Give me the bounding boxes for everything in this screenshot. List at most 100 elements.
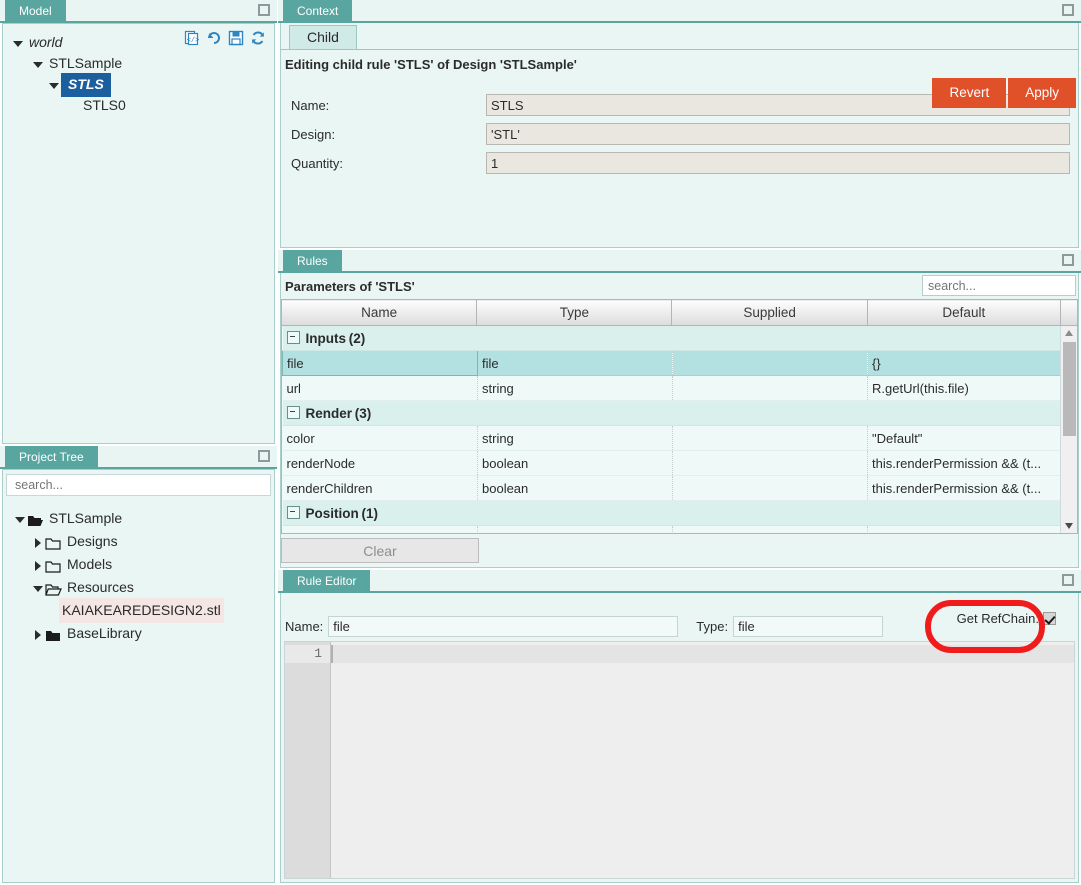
cell-name — [282, 525, 478, 533]
folder-open-icon — [27, 512, 44, 526]
minimize-icon[interactable] — [1062, 574, 1074, 586]
tab-rules[interactable]: Rules — [283, 250, 342, 273]
apply-button[interactable]: Apply — [1008, 78, 1076, 108]
rule-editor-type-input[interactable] — [733, 615, 884, 637]
scroll-down-arrow-icon[interactable] — [1065, 523, 1073, 529]
context-design-input[interactable] — [486, 123, 1070, 145]
column-header-name[interactable]: Name — [281, 299, 478, 326]
project-search-box[interactable] — [6, 474, 271, 496]
rule-editor-code-area[interactable]: 1 — [284, 641, 1075, 879]
line-number-gutter: 1 — [285, 642, 331, 878]
model-tree-item-stlsample[interactable]: STLSample — [3, 53, 274, 74]
rule-editor-name-input[interactable] — [328, 615, 679, 637]
table-row[interactable]: renderNode boolean this.renderPermission… — [282, 450, 1077, 476]
get-refchain-control: Get RefChain: — [957, 611, 1056, 626]
cell-name: color — [282, 425, 478, 451]
chevron-down-icon[interactable] — [47, 78, 61, 92]
column-header-type[interactable]: Type — [476, 299, 673, 326]
tab-model[interactable]: Model — [5, 0, 66, 23]
cell-default: {} — [867, 350, 1061, 376]
folder-open-icon — [45, 581, 62, 596]
cell-type: file — [477, 350, 673, 376]
minimize-icon[interactable] — [1062, 4, 1074, 16]
chevron-down-icon[interactable] — [11, 36, 25, 50]
model-tree-item-label: STLS0 — [83, 97, 126, 113]
context-field-quantity-label: Quantity: — [291, 155, 344, 171]
model-tree-item-label: world — [29, 34, 63, 50]
model-panel: Model </> world STLSample STLS STLS0 — [0, 0, 277, 446]
column-header-supplied[interactable]: Supplied — [671, 299, 868, 326]
project-tree-item-stl-file[interactable]: KAIAKEAREDESIGN2.stl — [3, 598, 274, 623]
context-editing-title: Editing child rule 'STLS' of Design 'STL… — [285, 57, 577, 72]
table-group-row-render[interactable]: Render (3) — [282, 400, 1077, 426]
tab-child[interactable]: Child — [289, 25, 357, 49]
code-text-area[interactable] — [331, 642, 1074, 878]
project-tree-item-label: Resources — [67, 579, 134, 595]
table-row-empty — [282, 525, 1077, 533]
undo-icon[interactable] — [206, 30, 222, 46]
cell-supplied — [672, 450, 868, 476]
folder-icon — [45, 558, 62, 573]
project-tree-item-models[interactable]: Models — [3, 553, 274, 576]
chevron-right-icon[interactable] — [31, 535, 45, 549]
refresh-icon[interactable] — [250, 30, 266, 46]
minimize-icon[interactable] — [258, 450, 270, 462]
revert-button[interactable]: Revert — [932, 78, 1007, 108]
rule-editor-tabbar: Rule Editor — [278, 570, 1081, 593]
rules-table-header: Name Type Supplied Default — [281, 299, 1078, 326]
project-panel-body: STLSample Designs Models — [2, 469, 275, 883]
rules-table-body: Inputs (2) file file {} url string R.get… — [282, 326, 1077, 533]
table-group-row-inputs[interactable]: Inputs (2) — [282, 326, 1077, 351]
cell-default: this.renderPermission && (t... — [867, 475, 1061, 501]
collapse-toggle-icon[interactable] — [286, 330, 300, 344]
group-count: (2) — [348, 330, 366, 346]
minimize-icon[interactable] — [258, 4, 270, 16]
cell-supplied — [672, 350, 868, 376]
rule-editor-type-label: Type: — [696, 618, 729, 634]
cell-supplied — [672, 475, 868, 501]
collapse-toggle-icon[interactable] — [286, 405, 300, 419]
chevron-right-icon[interactable] — [31, 558, 45, 572]
table-row[interactable]: url string R.getUrl(this.file) — [282, 375, 1077, 401]
project-tree-item-resources[interactable]: Resources — [3, 576, 274, 599]
table-row[interactable]: color string "Default" — [282, 425, 1077, 451]
context-quantity-input[interactable] — [486, 152, 1070, 174]
column-header-default[interactable]: Default — [866, 299, 1061, 326]
project-tree-item-baselibrary[interactable]: BaseLibrary — [3, 622, 274, 645]
table-row[interactable]: renderChildren boolean this.renderPermis… — [282, 475, 1077, 501]
save-icon[interactable] — [228, 30, 244, 46]
rules-footer: Clear — [281, 534, 1078, 565]
rules-title: Parameters of 'STLS' — [285, 278, 415, 294]
rules-search-input[interactable] — [923, 276, 1075, 295]
table-row[interactable]: file file {} — [282, 350, 1077, 376]
model-tree-item-stls[interactable]: STLS — [3, 72, 274, 97]
tab-project-tree[interactable]: Project Tree — [5, 446, 98, 469]
scrollbar-thumb[interactable] — [1063, 342, 1076, 436]
project-panel-tabbar: Project Tree — [0, 446, 277, 469]
clear-button[interactable]: Clear — [281, 538, 479, 563]
collapse-toggle-icon[interactable] — [286, 505, 300, 519]
get-refchain-checkbox[interactable] — [1043, 612, 1056, 625]
minimize-icon[interactable] — [1062, 254, 1074, 266]
table-group-row-position[interactable]: Position (1) — [282, 500, 1077, 526]
rules-table-scrollbar[interactable] — [1060, 326, 1077, 533]
line-number: 1 — [285, 645, 330, 663]
tab-context[interactable]: Context — [283, 0, 353, 23]
code-view-icon[interactable]: </> — [184, 30, 200, 46]
model-tree-item-stls0[interactable]: STLS0 — [3, 95, 274, 116]
group-label-cell: Inputs (2) — [282, 326, 1077, 351]
chevron-down-icon[interactable] — [31, 57, 45, 71]
context-panel-tabbar: Context — [278, 0, 1081, 23]
project-tree-item-stlsample[interactable]: STLSample — [3, 507, 274, 530]
chevron-right-icon[interactable] — [31, 627, 45, 641]
code-line-1[interactable] — [331, 645, 1074, 663]
chevron-down-icon[interactable] — [31, 581, 45, 595]
project-tree-item-designs[interactable]: Designs — [3, 530, 274, 553]
model-panel-body: </> world STLSample STLS STLS0 — [2, 23, 275, 444]
scroll-up-arrow-icon[interactable] — [1065, 330, 1073, 336]
tab-rule-editor[interactable]: Rule Editor — [283, 570, 371, 593]
rules-search-box[interactable] — [922, 275, 1076, 296]
chevron-down-icon[interactable] — [13, 512, 27, 526]
context-field-design: Design: — [281, 123, 1078, 145]
project-search-input[interactable] — [13, 477, 270, 493]
